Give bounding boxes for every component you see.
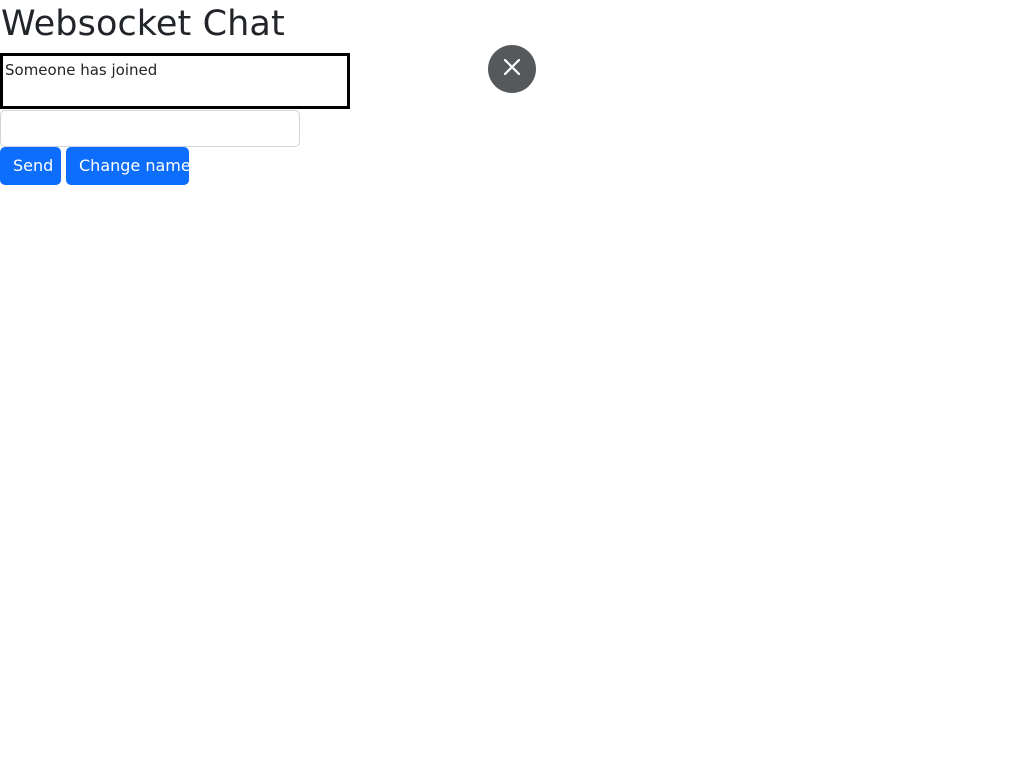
messages-box: Someone has joined xyxy=(0,53,350,109)
send-button[interactable]: Send xyxy=(0,147,61,185)
close-icon xyxy=(503,58,521,80)
chat-page: Websocket Chat Someone has joined Send C… xyxy=(0,0,1024,768)
message-input[interactable] xyxy=(0,110,300,147)
change-name-button[interactable]: Change name xyxy=(66,147,191,185)
page-title: Websocket Chat xyxy=(1,4,285,44)
message-item: Someone has joined xyxy=(5,61,158,79)
close-button[interactable] xyxy=(488,45,536,93)
